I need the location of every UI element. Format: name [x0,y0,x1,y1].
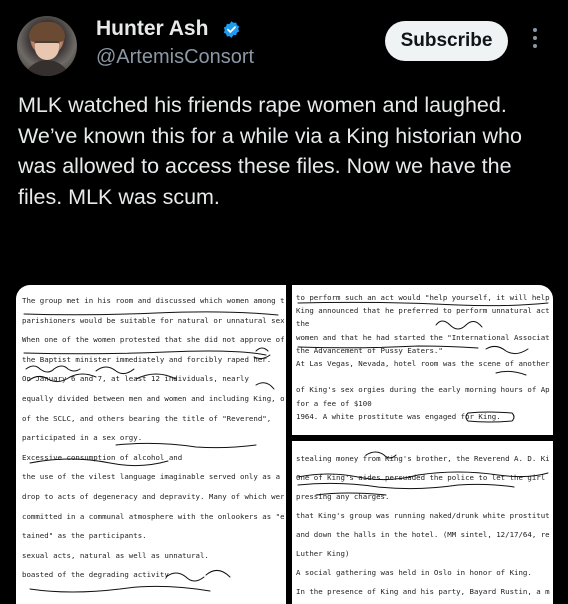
document-line: to perform such an act would "help yours… [296,293,550,302]
document-line: drop to acts of degeneracy and depravity… [22,491,284,501]
document-line: participated in a sex orgy. [22,433,143,443]
more-dot [533,28,537,32]
more-vertical-icon[interactable] [533,28,539,56]
document-line: of the SCLC, and others bearing the titl… [22,413,272,423]
document-line: pressing any charges. [296,492,390,501]
document-line: women and that he had started the "Inter… [296,332,550,342]
document-line [296,370,550,383]
document-line: When one of the women protested that she… [22,335,284,345]
author-handle[interactable]: @ArtemisConsort [96,46,254,69]
document-line: 1964. A white prostitute was engaged for… [296,411,501,421]
document-page-right-top: to perform such an act would "help yours… [296,291,550,433]
document-line: parishioners would be suitable for natur… [22,315,284,325]
subscribe-button[interactable]: Subscribe [385,21,508,61]
document-line: In the presence of King and his party, B… [296,587,550,596]
avatar-hair [29,22,65,42]
document-line: boasted of the degrading activity [22,570,169,580]
avatar[interactable] [17,16,77,76]
document-line: Excessive consumption of alcohol and [22,452,183,462]
tweet-text: MLK watched his friends rape women and l… [18,93,522,209]
document-line: stealing money from King's brother, the … [296,454,550,463]
document-line: for a fee of $100 [296,398,372,408]
document-line: equally divided between men and women an… [22,393,284,403]
document-page-left: The group met in his room and discussed … [22,291,284,601]
avatar-glasses [34,41,60,49]
more-dot [533,44,537,48]
document-line: At Las Vegas, Nevada, hotel room was the… [296,358,550,368]
document-line: of King's sex orgies during the early mo… [296,385,550,395]
document-line: tained" as the participants. [22,531,147,541]
document-line: Luther King) [296,549,350,558]
avatar-body [23,60,71,76]
verified-badge-icon [223,21,240,38]
document-line: that King's group was running naked/drun… [296,511,550,520]
document-line: One of King's aides persuaded the police… [296,473,550,482]
document-line: A social gathering was held in Oslo in h… [296,568,532,577]
document-line: the [296,319,310,329]
more-dot [533,36,537,40]
document-line: The group met in his room and discussed … [22,296,284,305]
media-gutter [292,435,553,441]
tweet-media[interactable]: The group met in his room and discussed … [16,285,553,604]
document-line: sexual acts, natural as well as unnatura… [22,550,209,560]
media-gutter [286,285,292,604]
document-line: King announced that he preferred to perf… [296,306,550,316]
document-line: the Baptist minister immediately and for… [22,354,272,364]
document-line: On January 6 and 7, at least 12 individu… [22,374,249,384]
document-line: and down the halls in the hotel. (MM sin… [296,530,550,539]
document-line: the use of the vilest language imaginabl… [22,472,284,482]
document-line: the Advancement of Pussy Eaters." [296,345,443,355]
document-page-right-bottom: stealing money from King's brother, the … [296,449,550,601]
author-name[interactable]: Hunter Ash [96,17,208,41]
document-line: committed in a communal atmosphere with … [22,511,284,521]
